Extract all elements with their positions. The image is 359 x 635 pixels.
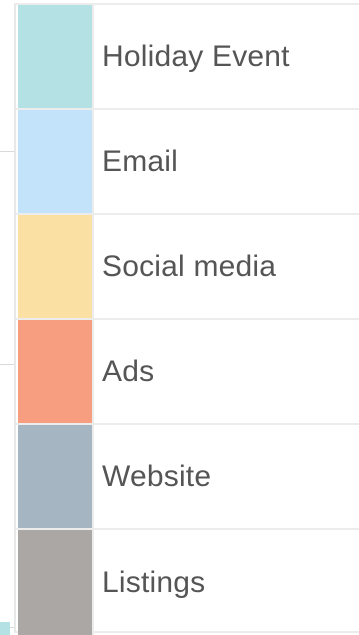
color-swatch bbox=[18, 110, 94, 213]
legend-label: Email bbox=[102, 144, 179, 178]
color-swatch bbox=[18, 215, 94, 318]
legend-item-holiday-event[interactable]: Holiday Event bbox=[16, 5, 359, 110]
legend-label: Holiday Event bbox=[102, 39, 290, 73]
color-swatch bbox=[18, 320, 94, 423]
color-swatch bbox=[18, 425, 94, 528]
legend-label: Website bbox=[102, 459, 212, 493]
background-divider bbox=[0, 364, 14, 365]
legend-item-website[interactable]: Website bbox=[16, 425, 359, 530]
page: Holiday Event Email Social media Ads Web… bbox=[0, 0, 359, 635]
legend-label: Social media bbox=[102, 249, 277, 283]
color-swatch bbox=[18, 5, 94, 108]
legend-item-ads[interactable]: Ads bbox=[16, 320, 359, 425]
color-swatch bbox=[18, 530, 94, 635]
legend-label: Listings bbox=[102, 565, 206, 599]
legend-item-email[interactable]: Email bbox=[16, 110, 359, 215]
legend-item-social-media[interactable]: Social media bbox=[16, 215, 359, 320]
background-event-block bbox=[0, 622, 10, 635]
legend-label: Ads bbox=[102, 354, 155, 388]
background-divider bbox=[0, 151, 14, 152]
legend-item-listings[interactable]: Listings bbox=[16, 530, 359, 635]
color-legend: Holiday Event Email Social media Ads Web… bbox=[14, 3, 359, 635]
